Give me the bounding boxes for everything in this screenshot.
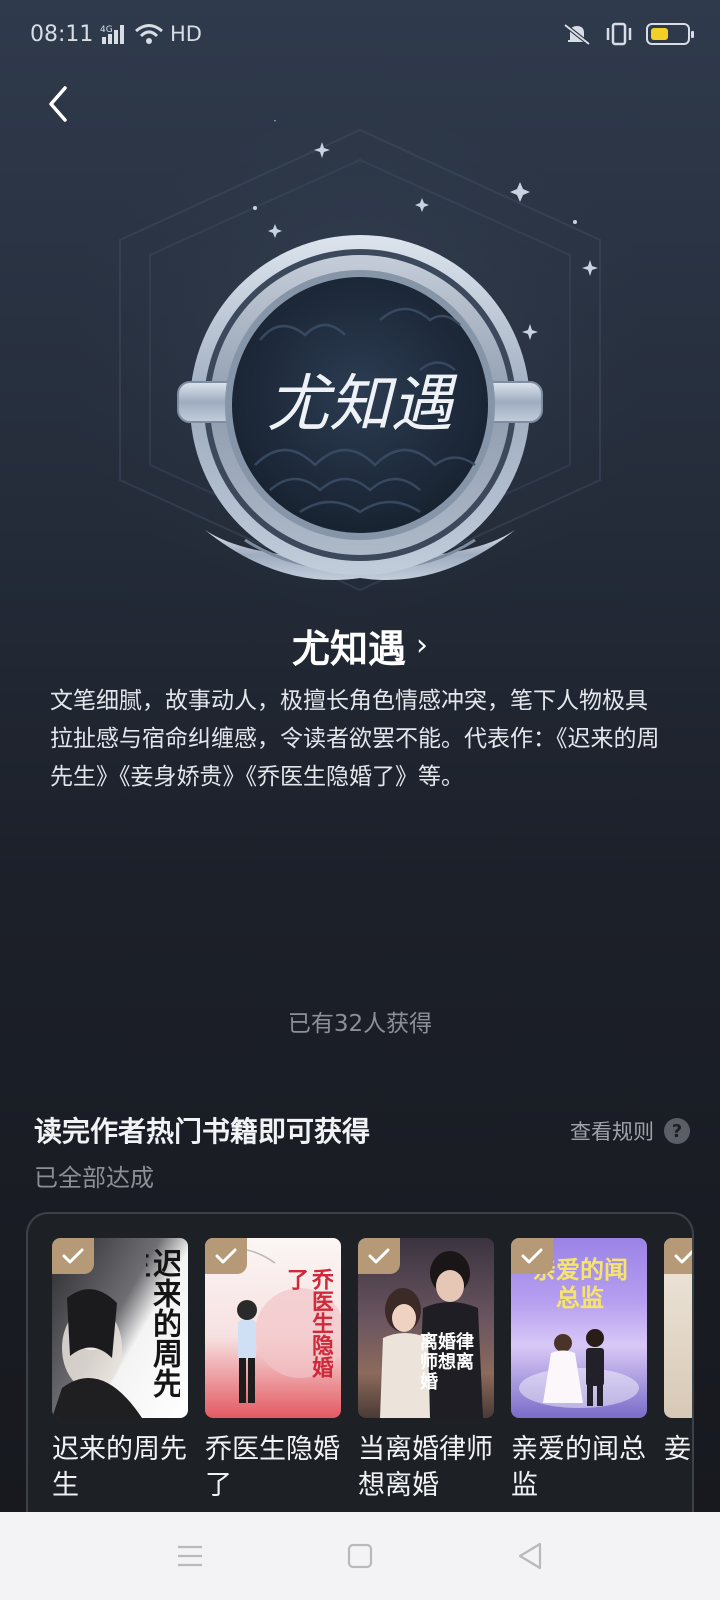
check-icon xyxy=(215,1248,237,1264)
book-cover-title: 迟来的周先生 xyxy=(146,1248,180,1398)
check-badge xyxy=(205,1238,247,1274)
help-icon: ? xyxy=(664,1118,690,1144)
nav-back-icon xyxy=(518,1542,542,1570)
battery-icon xyxy=(646,23,694,45)
svg-text:4G: 4G xyxy=(100,25,113,35)
book-title: 乔医生隐婚了 xyxy=(205,1434,340,1501)
book-item[interactable]: 迟来的周先生 迟来的周先生 xyxy=(52,1238,188,1504)
badge-title-link[interactable]: 尤知遇 › xyxy=(0,618,720,673)
book-title: 当离婚律师想离婚 xyxy=(358,1434,493,1501)
badge-title: 尤知遇 xyxy=(291,627,406,671)
check-icon xyxy=(368,1248,390,1264)
badge-calligraphy: 尤知遇 xyxy=(267,367,458,440)
check-icon xyxy=(521,1248,543,1264)
badge-description: 文笔细腻，故事动人，极擅长角色情感冲突，笔下人物极具拉扯感与宿命纠缠感，令读者欲… xyxy=(50,688,660,790)
book-item[interactable]: 乔医生隐婚了 乔医生隐婚了 xyxy=(205,1238,341,1504)
task-status: 已全部达成 xyxy=(34,1164,154,1192)
signal-icon: 4G xyxy=(100,25,124,44)
check-badge xyxy=(664,1238,692,1274)
view-rules-label: 查看规则 xyxy=(570,1120,654,1144)
book-list[interactable]: 迟来的周先生 迟来的周先生 乔医生隐婚了 xyxy=(52,1238,692,1504)
mute-icon xyxy=(563,23,591,46)
chevron-right-icon: › xyxy=(416,628,428,663)
book-item[interactable]: 离婚律师想离婚 当离婚律师想离婚 xyxy=(358,1238,494,1504)
check-badge xyxy=(511,1238,553,1274)
vibrate-icon xyxy=(606,22,632,46)
task-heading: 读完作者热门书籍即可获得 xyxy=(34,1115,371,1148)
check-badge xyxy=(52,1238,94,1274)
home-icon xyxy=(347,1543,373,1569)
hd-label: HD xyxy=(170,22,202,46)
nav-home-button[interactable] xyxy=(340,1536,380,1576)
check-icon xyxy=(62,1248,84,1264)
book-cover: 迟来的周先生 xyxy=(52,1238,188,1418)
back-icon xyxy=(49,86,67,122)
books-card: 迟来的周先生 迟来的周先生 乔医生隐婚了 xyxy=(26,1212,694,1512)
book-cover: 离婚律师想离婚 xyxy=(358,1238,494,1418)
book-title: 迟来的周先生 xyxy=(52,1434,187,1501)
check-badge xyxy=(358,1238,400,1274)
book-cover: 亲爱的闻总监 xyxy=(511,1238,647,1418)
book-title: 妾身娇贵 xyxy=(664,1434,692,1465)
book-item[interactable]: 亲爱的闻总监 亲爱的闻总监 xyxy=(511,1238,647,1504)
book-cover: 乔医生隐婚了 xyxy=(205,1238,341,1418)
book-cover: 妾身 xyxy=(664,1238,692,1418)
book-cover-title: 乔医生隐婚了 xyxy=(283,1268,333,1378)
wifi-icon xyxy=(135,24,163,44)
badge-illustration: 尤知遇 xyxy=(0,120,720,620)
status-right-icons xyxy=(562,22,694,46)
book-cover-title: 离婚律师想离婚 xyxy=(420,1332,474,1393)
nav-menu-button[interactable] xyxy=(170,1536,210,1576)
status-time: 08:11 xyxy=(30,22,94,47)
view-rules-button[interactable]: 查看规则 ? xyxy=(570,1116,690,1146)
status-left-icons: 4G HD xyxy=(100,22,202,46)
book-item[interactable]: 妾身 妾身娇贵 xyxy=(664,1238,692,1504)
system-nav-bar xyxy=(0,1512,720,1600)
status-bar: 08:11 4G HD xyxy=(0,0,720,72)
check-icon xyxy=(674,1249,692,1264)
owners-count: 已有32人获得 xyxy=(287,1011,433,1037)
book-title: 亲爱的闻总监 xyxy=(511,1434,646,1501)
nav-back-button[interactable] xyxy=(510,1536,550,1576)
menu-icon xyxy=(178,1545,202,1567)
